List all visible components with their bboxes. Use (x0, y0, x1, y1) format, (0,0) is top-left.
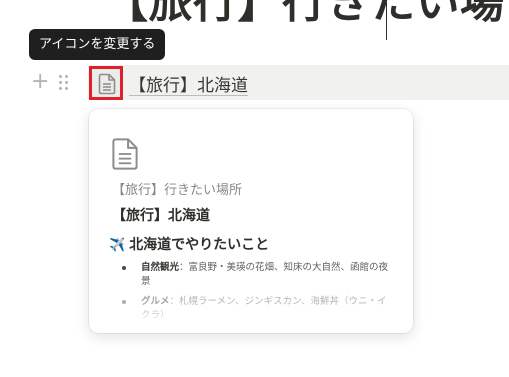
bullet-term: 自然観光 (141, 262, 180, 273)
preview-breadcrumb: 【旅行】行きたい場所 (112, 183, 243, 198)
drag-handle-icon[interactable] (58, 74, 70, 90)
page-document-icon (112, 138, 138, 170)
text-cursor (386, 2, 387, 40)
page-link-title[interactable]: 【旅行】北海道 (129, 71, 248, 96)
page-document-icon (98, 73, 116, 95)
airplane-icon: ✈️ (109, 238, 126, 253)
page-title[interactable]: 【旅行】行きたい場 (104, 0, 505, 30)
preview-heading-text: 北海道でやりたいこと (129, 237, 270, 253)
preview-fade-overlay (89, 303, 413, 333)
tooltip-change-icon: アイコンを変更する (29, 29, 166, 60)
bullet-text: ：富良野・美瑛の花畑、知床の大自然、函館の夜景 (141, 262, 389, 287)
preview-title: 【旅行】北海道 (112, 208, 210, 224)
page-preview-card[interactable]: 【旅行】行きたい場所 【旅行】北海道 ✈️ 北海道でやりたいこと 自然観光：富良野… (89, 109, 413, 333)
change-icon-button[interactable] (89, 66, 123, 100)
add-block-icon[interactable]: + (31, 71, 49, 93)
list-item: 自然観光：富良野・美瑛の花畑、知床の大自然、函館の夜景 (119, 261, 394, 289)
page-link-block[interactable]: + 【旅行】北海道 (0, 64, 509, 100)
preview-heading: ✈️ 北海道でやりたいこと (109, 234, 269, 254)
